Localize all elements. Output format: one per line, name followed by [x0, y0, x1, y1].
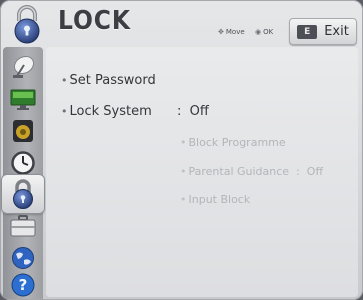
- ok-hint: ◉ OK: [255, 28, 273, 36]
- menu-item-parental-guidance: • Parental Guidance : Off: [180, 165, 323, 178]
- menu-bullet: •: [180, 193, 187, 206]
- value-separator: :: [177, 104, 182, 119]
- sidebar-item-audio[interactable]: [6, 115, 40, 147]
- menu-item-input-block: • Input Block: [180, 193, 250, 206]
- sidebar-item-picture[interactable]: [6, 83, 40, 115]
- ok-hint-label: OK: [263, 28, 274, 36]
- sidebar-item-support[interactable]: ?: [6, 269, 40, 300]
- sidebar: ?: [2, 47, 44, 300]
- menu-item-label: Set Password: [69, 73, 156, 88]
- briefcase-icon: [10, 215, 36, 237]
- menu-item-label: Block Programme: [188, 136, 286, 149]
- lock-icon: [13, 179, 33, 209]
- lock-settings-panel: • Set Password • Lock System : Off • Block …: [46, 47, 358, 297]
- move-hint-label: Move: [225, 28, 245, 36]
- lock-menu-screen: LOCK ✥ Move ◉ OK E Exit ? • Set Password…: [0, 0, 363, 300]
- menu-item-lock-system[interactable]: • Lock System : Off: [61, 104, 261, 122]
- exit-button[interactable]: E Exit: [289, 18, 357, 45]
- lock-system-value: : Off: [177, 104, 209, 119]
- menu-item-label: Input Block: [188, 193, 251, 206]
- menu-item-set-password[interactable]: • Set Password: [61, 73, 156, 88]
- move-icon: ✥: [218, 28, 224, 36]
- menu-bullet: •: [180, 136, 187, 149]
- parental-guidance-value: Off: [306, 165, 324, 178]
- exit-button-label: Exit: [324, 24, 349, 39]
- tv-screen-icon: [10, 89, 36, 110]
- sidebar-item-option[interactable]: [6, 210, 40, 242]
- move-hint: ✥ Move: [218, 28, 245, 36]
- satellite-dish-icon: [13, 55, 35, 78]
- menu-item-label: Parental Guidance: [188, 165, 290, 178]
- menu-bullet: •: [180, 165, 187, 178]
- help-icon: ?: [11, 273, 35, 297]
- menu-bullet: •: [61, 74, 68, 87]
- exit-key-icon: E: [297, 24, 318, 39]
- lock-system-state: Off: [189, 104, 209, 119]
- value-separator: :: [296, 165, 300, 178]
- page-title: LOCK: [58, 6, 131, 36]
- header: LOCK ✥ Move ◉ OK E Exit: [0, 0, 363, 46]
- menu-item-label: Lock System: [69, 104, 152, 119]
- svg-text:?: ?: [19, 276, 28, 294]
- menu-bullet: •: [61, 105, 68, 118]
- menu-item-block-programme: • Block Programme: [180, 136, 286, 149]
- sidebar-item-satellite[interactable]: [6, 51, 40, 83]
- lock-icon: [14, 5, 40, 44]
- ok-icon: ◉: [255, 28, 262, 36]
- clock-icon: [11, 151, 35, 175]
- globe-icon: [12, 247, 34, 269]
- sidebar-item-lock[interactable]: [2, 175, 44, 213]
- speaker-icon: [13, 120, 33, 142]
